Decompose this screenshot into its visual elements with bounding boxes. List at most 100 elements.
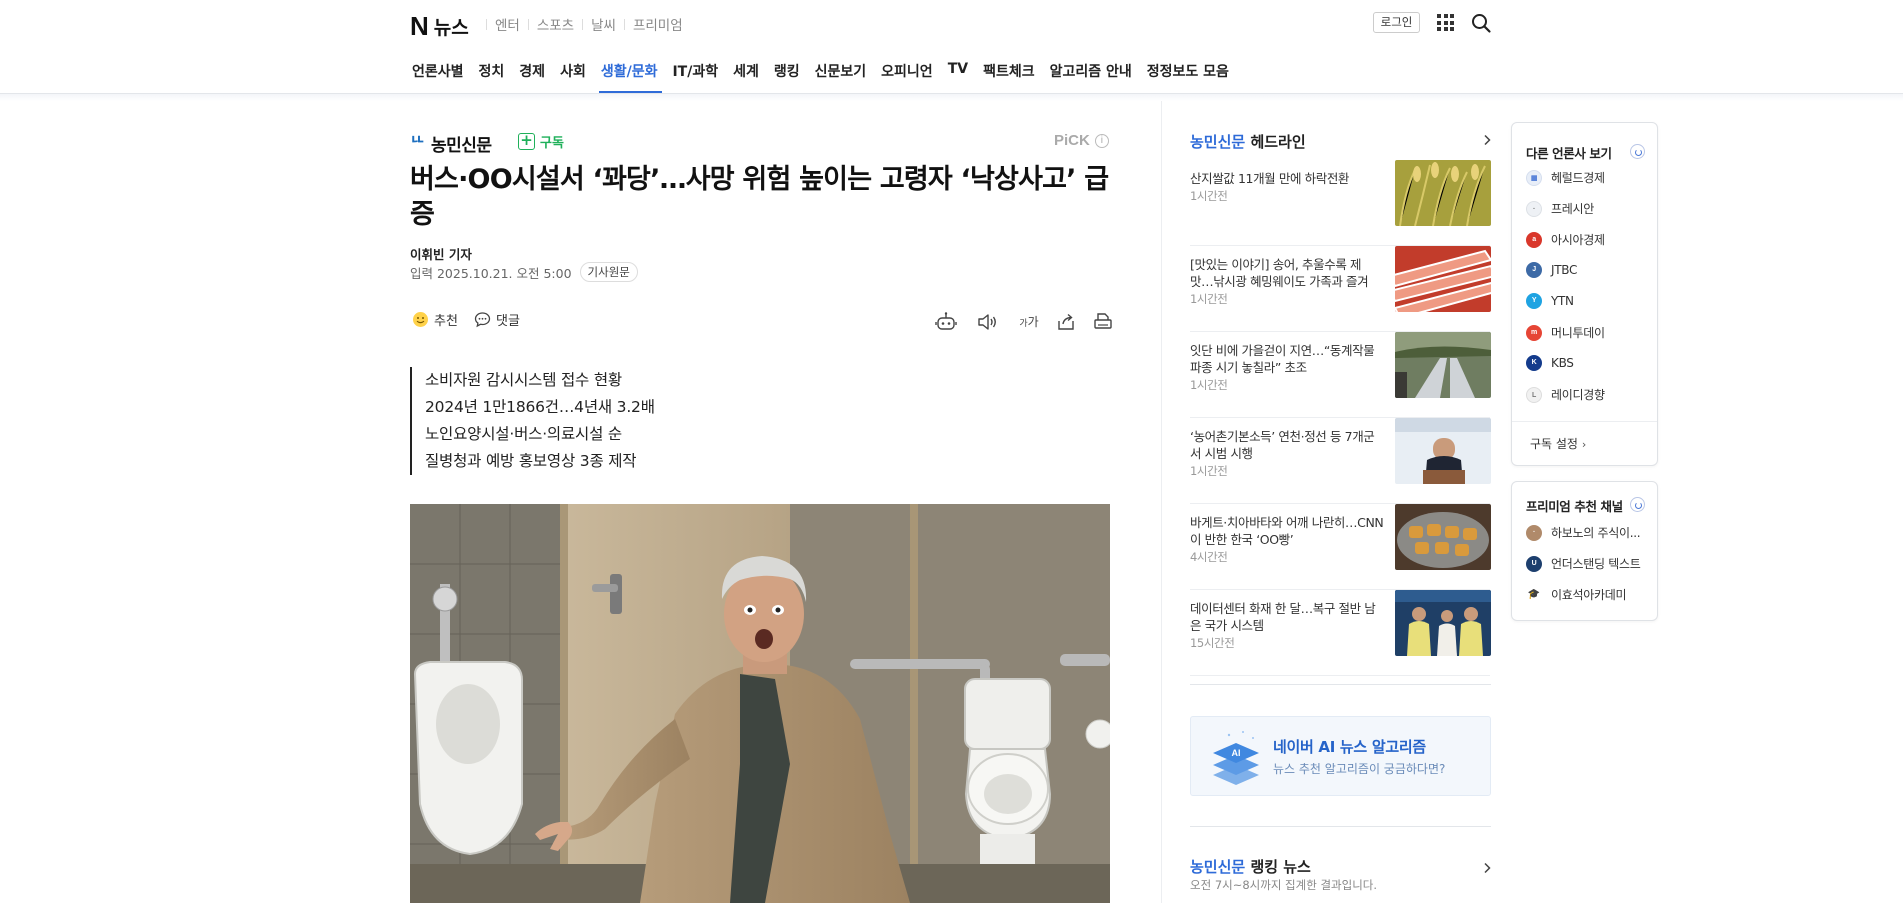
article-photo[interactable] xyxy=(410,504,1110,903)
ai-banner-subtitle: 뉴스 추천 알고리즘이 궁금하다면? xyxy=(1273,762,1446,776)
naver-news-logo[interactable]: N 뉴스 xyxy=(410,11,469,42)
font-size-icon[interactable]: 가가 xyxy=(1017,310,1041,334)
press-item[interactable]: Y YTN xyxy=(1526,293,1574,309)
ai-banner-title: 네이버 AI 뉴스 알고리즘 xyxy=(1273,738,1426,756)
headline-text: 데이터센터 화재 한 달…복구 절반 남은 국가 시스템 15시간전 xyxy=(1190,600,1385,652)
press-item[interactable]: L 레이디경향 xyxy=(1526,386,1605,403)
tab-world[interactable]: 세계 xyxy=(729,53,768,93)
tab-it-science[interactable]: IT/과학 xyxy=(668,53,727,93)
service-link-weather[interactable]: 날씨 xyxy=(583,14,624,34)
headline-text: [맛있는 이야기] 송어, 추울수록 제 맛…낚시광 혜밍웨이도 가족과 즐겨 … xyxy=(1190,256,1385,308)
ranking-title[interactable]: 농민신문 랭킹 뉴스 xyxy=(1190,856,1311,877)
subscribe-button[interactable]: + 구독 xyxy=(518,132,564,151)
headline-text: 바게트·치아바타와 어깨 나란히…CNN이 반한 한국 ‘OO빵’ 4시간전 xyxy=(1190,514,1385,566)
tab-corrections[interactable]: 정정보도 모음 xyxy=(1143,53,1238,93)
headlines-title[interactable]: 농민신문 헤드라인 xyxy=(1190,131,1306,152)
headline-time: 4시간전 xyxy=(1190,550,1228,564)
headline-time: 1시간전 xyxy=(1190,189,1228,203)
recommend-label: 추천 xyxy=(434,314,458,329)
article-headline: 버스·OO시설서 ‘꽈당’…사망 위험 높이는 고령자 ‘낙상사고’ 급증 xyxy=(410,164,1109,230)
headlines-brand: 농민신문 xyxy=(1190,133,1246,151)
headline-title: 데이터센터 화재 한 달…복구 절반 남은 국가 시스템 xyxy=(1190,601,1376,633)
refresh-icon[interactable] xyxy=(1630,497,1645,512)
headline-text: ‘농어촌기본소득’ 연천·정선 등 7개군서 시범 시행 1시간전 xyxy=(1190,428,1385,480)
service-link-sports[interactable]: 스포츠 xyxy=(529,14,582,34)
print-icon[interactable] xyxy=(1091,310,1115,334)
login-button[interactable]: 로그인 xyxy=(1373,12,1420,33)
header-shadow xyxy=(0,94,1903,101)
headline-time: 15시간전 xyxy=(1190,636,1235,650)
headline-thumbnail xyxy=(1395,418,1491,484)
headline-item[interactable]: 산지쌀값 11개월 만에 하락전환 1시간전 xyxy=(1190,160,1491,246)
logo-text: 뉴스 xyxy=(433,17,469,39)
press-item[interactable]: m 머니투데이 xyxy=(1526,324,1605,341)
headline-title: 산지쌀값 11개월 만에 하락전환 xyxy=(1190,171,1350,186)
subscription-settings-link[interactable]: 구독 설정 › xyxy=(1530,435,1586,452)
press-item[interactable]: ▦ 헤럴드경제 xyxy=(1526,169,1605,186)
reporter-name[interactable]: 이휘빈 기자 xyxy=(410,244,472,263)
headline-item[interactable]: 바게트·치아바타와 어깨 나란히…CNN이 반한 한국 ‘OO빵’ 4시간전 xyxy=(1190,504,1491,590)
press-logo-icon: m xyxy=(1526,324,1542,341)
press-item-name: 프레시안 xyxy=(1551,202,1594,216)
tab-society[interactable]: 사회 xyxy=(556,53,595,93)
tab-tv[interactable]: TV xyxy=(944,53,977,93)
service-link-enter[interactable]: 엔터 xyxy=(487,14,528,34)
tab-opinion[interactable]: 오피니언 xyxy=(877,53,942,93)
premium-item[interactable]: U 언더스탠딩 텍스트 xyxy=(1526,555,1641,572)
comment-button[interactable]: 댓글 xyxy=(474,310,520,329)
premium-item[interactable]: · 하보노의 주식이... xyxy=(1526,524,1641,541)
tab-newspaper[interactable]: 신문보기 xyxy=(811,53,876,93)
tab-factcheck[interactable]: 팩트체크 xyxy=(979,53,1044,93)
headline-time: 1시간전 xyxy=(1190,292,1228,306)
headline-item[interactable]: 데이터센터 화재 한 달…복구 절반 남은 국가 시스템 15시간전 xyxy=(1190,590,1491,676)
press-item[interactable]: · 프레시안 xyxy=(1526,200,1594,217)
text-to-speech-icon[interactable] xyxy=(975,310,999,334)
chevron-right-icon[interactable] xyxy=(1481,862,1493,874)
premium-channel-panel: 프리미엄 추천 채널 · 하보노의 주식이... U 언더스탠딩 텍스트 🎓 이… xyxy=(1511,481,1658,621)
tab-economy[interactable]: 경제 xyxy=(515,53,554,93)
panel-divider xyxy=(1512,421,1657,422)
press-item[interactable]: K KBS xyxy=(1526,355,1574,371)
headline-item[interactable]: 잇단 비에 가을걷이 지연…“동계작물 파종 시기 놓칠라” 초조 1시간전 xyxy=(1190,332,1491,418)
refresh-icon[interactable] xyxy=(1630,144,1645,159)
press-item-name: 헤럴드경제 xyxy=(1551,171,1605,185)
search-icon[interactable] xyxy=(1470,12,1492,34)
summary-line: 질병청과 예방 홍보영상 3종 제작 xyxy=(425,452,637,470)
tab-ranking[interactable]: 랭킹 xyxy=(770,53,809,93)
plus-icon: + xyxy=(518,133,535,150)
tab-algorithm[interactable]: 알고리즘 안내 xyxy=(1046,53,1141,93)
article-summary: 소비자원 감시시스템 접수 현황 2024년 1만1866건…4년새 3.2배 … xyxy=(410,367,655,475)
ranking-label: 랭킹 뉴스 xyxy=(1250,858,1311,876)
premium-title: 프리미엄 추천 채널 xyxy=(1526,499,1623,514)
press-item-name: 레이디경향 xyxy=(1551,388,1605,402)
share-icon[interactable] xyxy=(1054,310,1078,334)
info-icon[interactable]: i xyxy=(1094,133,1109,148)
headline-title: 바게트·치아바타와 어깨 나란히…CNN이 반한 한국 ‘OO빵’ xyxy=(1190,515,1384,547)
chevron-right-icon[interactable] xyxy=(1481,134,1493,146)
press-logo[interactable]: ᄔ 농민신문 xyxy=(410,131,492,156)
ai-summary-bot-icon[interactable] xyxy=(934,310,958,334)
section-divider xyxy=(1190,826,1491,827)
chevron-right-icon: › xyxy=(1581,438,1587,451)
original-article-button[interactable]: 기사원문 xyxy=(579,262,638,282)
service-link-premium[interactable]: 프리미엄 xyxy=(625,14,691,34)
graduation-cap-icon: 🎓 xyxy=(1526,586,1542,603)
press-name: 농민신문 xyxy=(431,136,492,156)
tab-life-culture[interactable]: 생활/문화 xyxy=(597,53,667,93)
category-nav: 언론사별 정치 경제 사회 생활/문화 IT/과학 세계 랭킹 신문보기 오피니… xyxy=(408,53,1240,93)
ai-algorithm-banner[interactable]: AI 네이버 AI 뉴스 알고리즘 뉴스 추천 알고리즘이 궁금하다면? xyxy=(1190,716,1491,796)
tab-press[interactable]: 언론사별 xyxy=(408,53,473,93)
apps-grid-icon[interactable] xyxy=(1437,14,1454,31)
pick-label: PiCK xyxy=(1054,132,1090,149)
press-item[interactable]: a 아시아경제 xyxy=(1526,231,1605,248)
headline-text: 잇단 비에 가을걷이 지연…“동계작물 파종 시기 놓칠라” 초조 1시간전 xyxy=(1190,342,1385,394)
tab-politics[interactable]: 정치 xyxy=(475,53,514,93)
recommend-button[interactable]: 추천 xyxy=(412,310,458,329)
headline-item[interactable]: [맛있는 이야기] 송어, 추울수록 제 맛…낚시광 혜밍웨이도 가족과 즐겨 … xyxy=(1190,246,1491,332)
premium-item[interactable]: 🎓 이효석아카데미 xyxy=(1526,586,1626,603)
headline-time: 1시간전 xyxy=(1190,464,1228,478)
press-item[interactable]: J JTBC xyxy=(1526,262,1577,278)
headline-item[interactable]: ‘농어촌기본소득’ 연천·정선 등 7개군서 시범 시행 1시간전 xyxy=(1190,418,1491,504)
ai-layers-icon: AI xyxy=(1213,731,1259,785)
headline-thumbnail xyxy=(1395,590,1491,656)
